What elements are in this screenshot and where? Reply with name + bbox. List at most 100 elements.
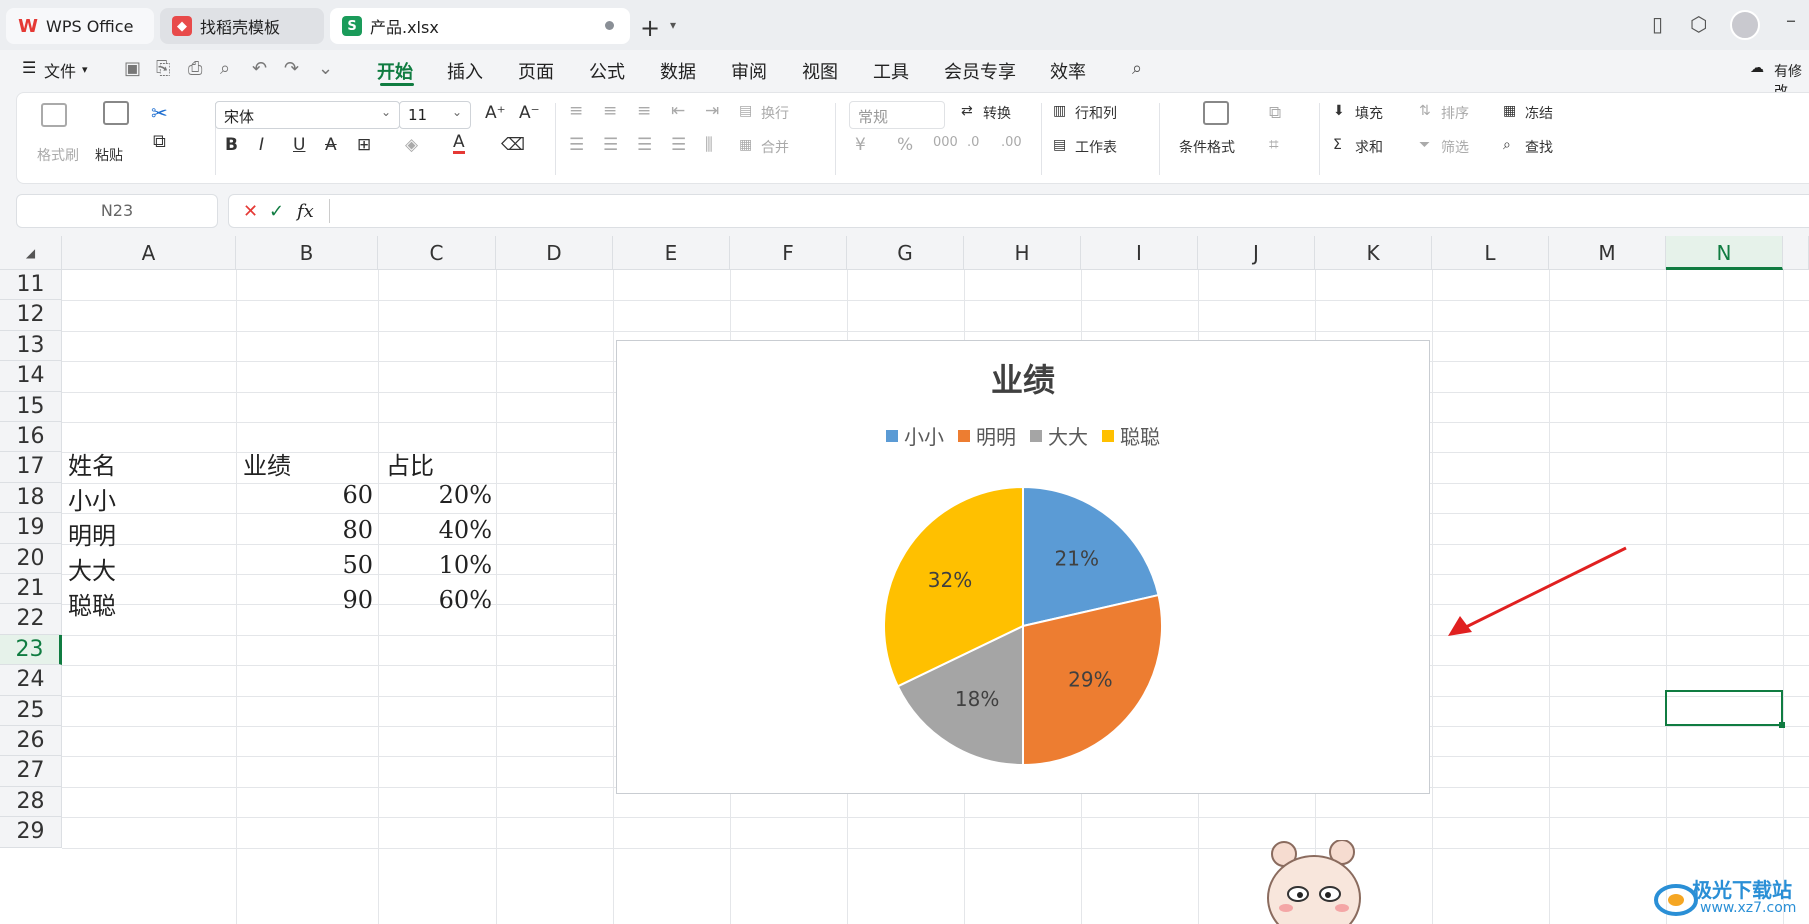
underline-icon[interactable]: U [293, 135, 305, 155]
row-header[interactable]: 15 [0, 391, 62, 422]
fx-icon[interactable]: fx [297, 201, 314, 222]
format-painter-label[interactable]: 格式刷 [37, 145, 79, 165]
menu-tab-view[interactable]: 视图 [802, 58, 838, 84]
fill-icon[interactable]: ⬇ [1333, 103, 1345, 119]
search-icon[interactable]: ⌕ [1132, 58, 1142, 79]
crop-icon[interactable]: ⌗ [1269, 135, 1279, 155]
number-format-select[interactable]: 常规 [849, 101, 945, 129]
menu-tab-page[interactable]: 页面 [518, 58, 554, 84]
column-header-selected[interactable]: N [1666, 236, 1783, 270]
cell-style-icon[interactable]: ⧉ [1269, 103, 1281, 123]
column-header[interactable] [1783, 236, 1809, 270]
align-left-icon[interactable]: ☰ [569, 135, 584, 155]
increase-indent-icon[interactable]: ⇥ [705, 101, 719, 121]
table-header[interactable]: 姓名 [68, 446, 116, 481]
redo-icon[interactable]: ↷ [284, 58, 299, 79]
table-cell-value[interactable]: 50 [236, 551, 373, 579]
percent-icon[interactable]: % [897, 135, 913, 155]
tab-wps-office[interactable]: W WPS Office [6, 8, 154, 44]
bold-icon[interactable]: B [225, 135, 238, 155]
print-icon[interactable]: ⎙ [188, 58, 202, 79]
filter-icon[interactable]: ⏷ [1419, 137, 1430, 153]
row-header[interactable]: 13 [0, 330, 62, 362]
currency-icon[interactable]: ¥ [855, 135, 866, 155]
paste-button[interactable]: 粘贴 [95, 145, 123, 165]
cut-icon[interactable]: ✂ [151, 101, 168, 125]
column-header[interactable]: K [1315, 236, 1432, 270]
conditional-format-button[interactable]: 条件格式 [1179, 137, 1235, 157]
selected-cell[interactable] [1665, 690, 1785, 728]
menu-tab-tools[interactable]: 工具 [873, 58, 909, 84]
align-bottom-icon[interactable]: ≡ [637, 101, 651, 121]
row-header[interactable]: 29 [0, 817, 62, 848]
row-header[interactable]: 28 [0, 786, 62, 818]
paste-icon[interactable] [103, 101, 129, 125]
column-header[interactable]: E [613, 236, 730, 270]
name-box[interactable]: N23 [16, 194, 218, 228]
thousands-icon[interactable]: 000 [933, 135, 958, 150]
table-cell-ratio[interactable]: 10% [378, 551, 492, 579]
row-header[interactable]: 17 [0, 452, 62, 483]
table-cell-name[interactable]: 聪聪 [68, 586, 116, 621]
align-middle-icon[interactable]: ≡ [603, 101, 617, 121]
table-cell-value[interactable]: 90 [236, 586, 373, 614]
rows-cols-button[interactable]: 行和列 [1075, 103, 1117, 123]
undo-icon[interactable]: ↶ [252, 58, 267, 79]
column-header[interactable]: J [1198, 236, 1315, 270]
pie-chart[interactable]: 业绩 小小 明明 大大 聪聪 21% 29% 18% 32% [616, 340, 1430, 794]
table-cell-ratio[interactable]: 60% [378, 586, 492, 614]
sort-icon[interactable]: ⇅ [1419, 103, 1431, 119]
row-header[interactable]: 12 [0, 300, 62, 331]
border-icon[interactable]: ⊞ [357, 135, 371, 155]
justify-icon[interactable]: ☰ [671, 135, 686, 155]
minimize-icon[interactable]: – [1786, 8, 1796, 32]
copy-icon[interactable]: ⧉ [153, 131, 166, 152]
row-header[interactable]: 25 [0, 695, 62, 726]
merge-icon[interactable]: ▦ [739, 137, 752, 153]
sort-button[interactable]: 排序 [1441, 103, 1469, 123]
increase-font-icon[interactable]: A⁺ [485, 103, 506, 123]
find-button[interactable]: 查找 [1525, 137, 1553, 157]
cube-icon[interactable]: ⬡ [1690, 12, 1707, 36]
row-header[interactable]: 23 [0, 634, 62, 666]
find-icon[interactable]: ⌕ [1503, 137, 1511, 153]
menu-tab-home[interactable]: 开始 [377, 58, 413, 84]
row-header[interactable]: 11 [0, 270, 62, 301]
chevron-down-icon[interactable]: ▾ [670, 18, 676, 32]
convert-button[interactable]: 转换 [983, 103, 1011, 123]
menu-tab-insert[interactable]: 插入 [447, 58, 483, 84]
column-header[interactable]: G [847, 236, 964, 270]
column-header[interactable]: F [730, 236, 847, 270]
freeze-button[interactable]: 冻结 [1525, 103, 1553, 123]
column-header[interactable]: L [1432, 236, 1549, 270]
row-header[interactable]: 27 [0, 756, 62, 787]
increase-decimal-icon[interactable]: .0 [967, 135, 979, 150]
worksheet-icon[interactable]: ▤ [1053, 137, 1066, 153]
chevron-down-icon[interactable]: ▾ [82, 63, 88, 76]
row-header[interactable]: 14 [0, 361, 62, 392]
table-cell-name[interactable]: 明明 [68, 516, 116, 551]
conditional-format-icon[interactable] [1203, 101, 1229, 125]
avatar[interactable] [1730, 10, 1760, 40]
table-cell-name[interactable]: 小小 [68, 481, 116, 516]
decrease-font-icon[interactable]: A⁻ [519, 103, 540, 123]
row-header[interactable]: 26 [0, 726, 62, 757]
rows-cols-icon[interactable]: ▥ [1053, 103, 1066, 119]
merge-button[interactable]: 合并 [761, 137, 789, 157]
strikethrough-icon[interactable]: A [325, 135, 337, 155]
wrap-text-button[interactable]: 换行 [761, 103, 789, 123]
sum-button[interactable]: 求和 [1355, 137, 1383, 157]
column-header[interactable]: M [1549, 236, 1666, 270]
column-header[interactable]: C [378, 236, 496, 270]
select-all-corner[interactable]: ◢ [0, 236, 62, 270]
confirm-icon[interactable]: ✓ [269, 201, 284, 222]
font-name-select[interactable]: 宋体 ⌄ [215, 101, 400, 129]
save-icon[interactable]: ▣ [124, 58, 141, 79]
cancel-icon[interactable]: ✕ [243, 201, 258, 222]
column-header[interactable]: I [1081, 236, 1198, 270]
menu-tab-review[interactable]: 审阅 [731, 58, 767, 84]
column-header[interactable]: H [964, 236, 1081, 270]
row-header[interactable]: 16 [0, 422, 62, 453]
italic-icon[interactable]: I [259, 135, 264, 155]
decrease-indent-icon[interactable]: ⇤ [671, 101, 685, 121]
